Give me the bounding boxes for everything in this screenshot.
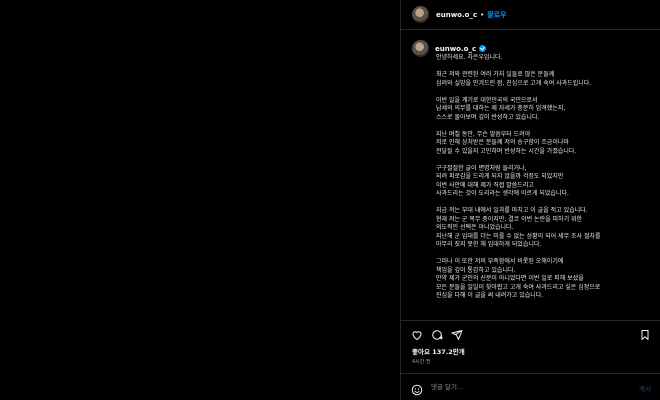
caption-paragraph: 이번 일을 계기로 대한민국의 국민으로서 납세의 의무를 대하는 제 자세가 … — [436, 96, 566, 121]
caption-paragraph: 최근 저와 관련된 여러 가지 일들로 많은 분들께 심려와 실망을 안겨드린 … — [436, 71, 592, 87]
comment-bar: 게시 — [401, 373, 660, 400]
like-count[interactable]: 좋아요 137.2만개 — [412, 346, 465, 356]
post-header: eunwo.o_c • 팔로우 — [401, 0, 660, 30]
action-bar — [401, 320, 660, 342]
follow-button[interactable]: 팔로우 — [487, 10, 506, 20]
caption-paragraph: 안녕하세요. 차은우입니다. — [436, 54, 503, 61]
share-icon[interactable] — [451, 326, 463, 345]
caption-area: eunwo.o_c 안녕하세요. 차은우입니다. 최근 저와 관련된 여러 가지… — [401, 30, 660, 320]
post-comment-button[interactable]: 게시 — [639, 383, 651, 393]
caption-paragraph: 구구절절한 글이 변명처럼 들리거나, 되려 피로감을 드리게 되지 않을까 걱… — [436, 164, 569, 198]
caption-username[interactable]: eunwo.o_c — [435, 45, 476, 53]
comment-icon[interactable] — [431, 326, 443, 345]
verified-badge-icon — [479, 45, 487, 52]
bookmark-icon[interactable] — [639, 326, 651, 345]
comment-input[interactable] — [431, 381, 621, 393]
heart-icon[interactable] — [411, 326, 423, 345]
header-username[interactable]: eunwo.o_c — [436, 11, 477, 19]
post-detail-panel: eunwo.o_c • 팔로우 eunwo.o_c 안녕하세요. 차은우입니다.… — [400, 0, 660, 400]
caption-text: 안녕하세요. 차은우입니다. 최근 저와 관련된 여러 가지 일들로 많은 분들… — [436, 54, 656, 301]
header-separator: • — [480, 10, 485, 19]
avatar[interactable] — [412, 6, 429, 23]
emoji-icon[interactable] — [411, 381, 423, 400]
caption-paragraph: 그러나 이 또한 저의 부족함에서 비롯된 오해이기에 책임을 깊이 통감하고 … — [436, 258, 601, 299]
caption-avatar[interactable] — [412, 40, 429, 57]
caption-paragraph: 지난 며칠 동안, 무슨 말씀부터 드려야 저로 인해 상처받은 분들께 저의 … — [436, 130, 577, 155]
post-media-area — [0, 0, 400, 400]
caption-paragraph: 지금 저는 부대 내에서 일과를 마치고 이 글을 적고 있습니다. 현재 저는… — [436, 207, 601, 248]
post-timestamp[interactable]: 4시간 전 — [412, 358, 431, 365]
